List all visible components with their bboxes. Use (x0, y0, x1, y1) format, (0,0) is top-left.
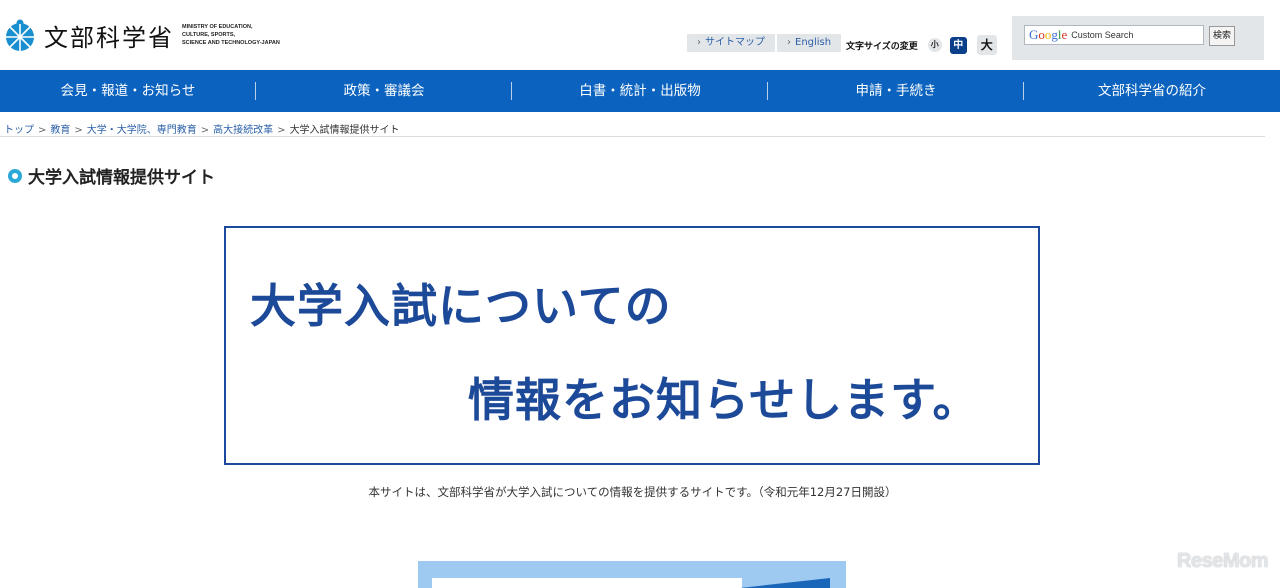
page-title: 大学入試情報提供サイト (8, 163, 215, 188)
breadcrumb-top[interactable]: トップ (4, 125, 34, 136)
breadcrumb: トップ > 教育 > 大学・大学院、専門教育 > 高大接続改革 > 大学入試情報提供サイト (4, 121, 400, 136)
logo-english-name: MINISTRY OF EDUCATION, CULTURE, SPORTS, … (182, 24, 280, 46)
site-notice: 本サイトは、文部科学省が大学入試についての情報を提供するサイトです。（令和元年1… (368, 485, 897, 499)
breadcrumb-separator: > (38, 125, 47, 136)
chevron-right-icon: › (787, 37, 791, 48)
breadcrumb-separator: > (277, 125, 286, 136)
google-custom-search: Google Custom Search 検索 (1012, 16, 1264, 60)
breadcrumb-education[interactable]: 教育 (50, 125, 70, 136)
english-link[interactable]: › English (777, 34, 842, 52)
banner-white-bar (432, 578, 742, 588)
font-size-switcher: 文字サイズの変更 小 中 大 (846, 35, 997, 55)
mext-emblem-icon (6, 19, 34, 51)
hero-banner: 大学入試についての 情報をお知らせします。 (224, 226, 1040, 465)
logo-japanese-name: 文部科学省 (44, 23, 174, 52)
font-size-large-button[interactable]: 大 (976, 35, 997, 55)
page-title-text: 大学入試情報提供サイト (28, 168, 215, 188)
breadcrumb-separator: > (74, 125, 83, 136)
site-header: 文部科学省 MINISTRY OF EDUCATION, CULTURE, SP… (0, 0, 1280, 70)
resemom-watermark: ReseMom (1177, 550, 1268, 572)
search-placeholder: Custom Search (1071, 30, 1134, 40)
search-button[interactable]: 検索 (1209, 26, 1235, 46)
banner-accent-shape (740, 578, 830, 588)
breadcrumb-current: 大学入試情報提供サイト (289, 125, 400, 136)
nav-item-press[interactable]: 会見・報道・お知らせ (0, 70, 256, 112)
breadcrumb-university[interactable]: 大学・大学院、専門教育 (87, 125, 197, 136)
mext-logo[interactable]: 文部科学省 MINISTRY OF EDUCATION, CULTURE, SP… (2, 10, 292, 60)
chevron-right-icon: › (697, 37, 701, 48)
breadcrumb-separator: > (200, 125, 210, 136)
breadcrumb-reform[interactable]: 高大接続改革 (213, 125, 273, 136)
nav-item-publications[interactable]: 白書・統計・出版物 (512, 70, 768, 112)
nav-item-about[interactable]: 文部科学省の紹介 (1024, 70, 1280, 112)
nav-item-procedures[interactable]: 申請・手続き (768, 70, 1024, 112)
nav-item-policy[interactable]: 政策・審議会 (256, 70, 512, 112)
font-size-small-button[interactable]: 小 (927, 38, 942, 52)
promo-banner[interactable] (418, 561, 846, 588)
font-size-label: 文字サイズの変更 (846, 41, 918, 52)
hero-line-1: 大学入試についての (250, 279, 672, 333)
sitemap-link[interactable]: › サイトマップ (687, 34, 775, 52)
search-input[interactable]: Google Custom Search (1024, 25, 1204, 45)
google-logo: Google (1029, 27, 1068, 42)
circle-bullet-icon (8, 168, 22, 183)
font-size-medium-button[interactable]: 中 (949, 36, 967, 54)
global-nav: 会見・報道・お知らせ 政策・審議会 白書・統計・出版物 申請・手続き 文部科学省… (0, 70, 1280, 112)
hero-line-2: 情報をお知らせします。 (468, 373, 980, 427)
breadcrumb-divider (0, 136, 1265, 137)
